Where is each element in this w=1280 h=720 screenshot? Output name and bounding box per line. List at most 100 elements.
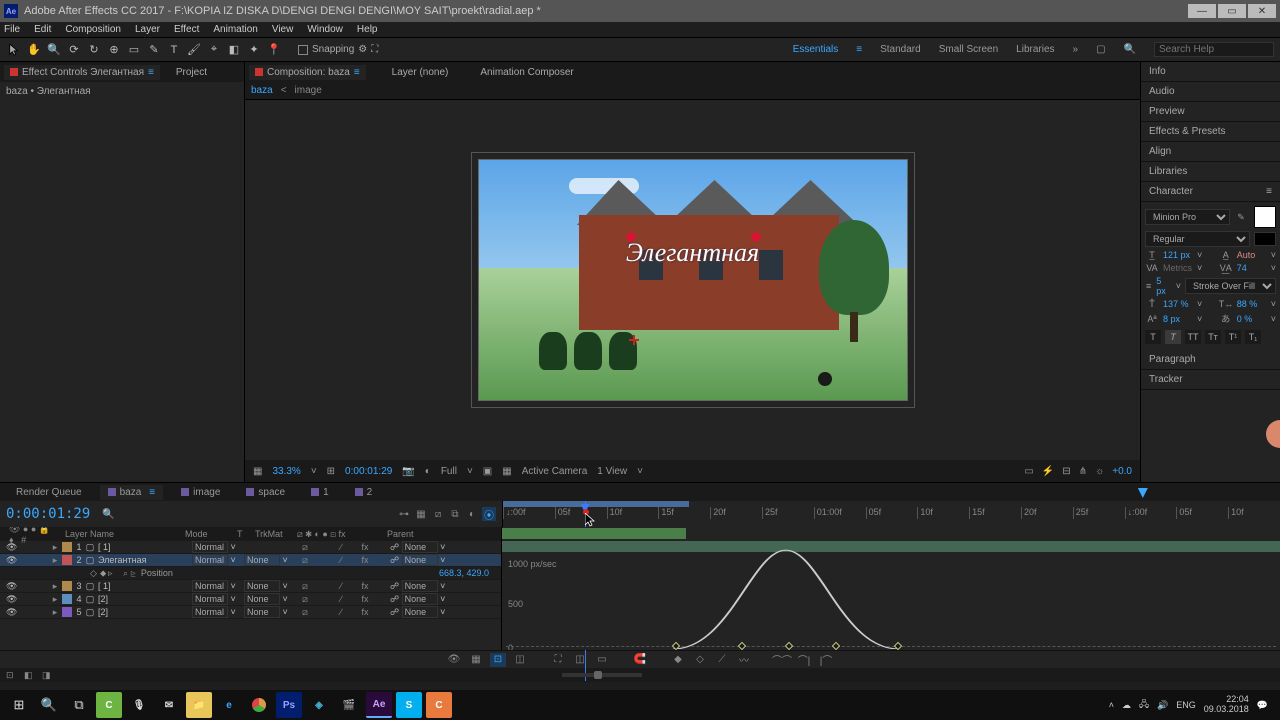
tab-comp-2[interactable]: 2 (347, 485, 381, 500)
tab-comp-baza[interactable]: baza≡ (100, 485, 164, 500)
viewer[interactable]: Элегантная (245, 100, 1140, 460)
layer-row[interactable]: 👁▸4▢[2]Normal ˅None ˅⧄∕fx☍ None ˅ (0, 593, 501, 606)
app-mic[interactable]: 🎙 (126, 692, 152, 718)
menu-help[interactable]: Help (357, 24, 378, 35)
draft3d-icon[interactable]: ▦ (414, 507, 428, 521)
menu-window[interactable]: Window (307, 24, 343, 35)
puppet-tool[interactable]: 📍 (266, 42, 282, 58)
tray-clock[interactable]: 22:04 09.03.2018 (1204, 695, 1249, 715)
text-layer-overlay[interactable]: Элегантная (479, 238, 907, 268)
current-time-display[interactable]: 0:00:01:29 (345, 466, 392, 477)
toggle-in-out-icon[interactable]: ◨ (42, 670, 54, 680)
menu-layer[interactable]: Layer (135, 24, 160, 35)
baseline-input[interactable]: 8 px (1163, 314, 1193, 324)
snapshot-icon[interactable]: 📷 (402, 466, 414, 477)
tab-animation-composer[interactable]: Animation Composer (474, 65, 579, 80)
workspace-overflow-icon[interactable]: » (1073, 44, 1079, 55)
clone-tool[interactable]: ⌖ (206, 42, 222, 58)
app-chrome[interactable] (246, 692, 272, 718)
section-tracker[interactable]: Tracker (1141, 370, 1280, 390)
grid-icon[interactable]: ▦ (502, 466, 511, 477)
tracking-input[interactable]: 74 (1237, 263, 1267, 273)
exposure-value[interactable]: +0.0 (1112, 466, 1132, 477)
flowchart-icon[interactable]: ⋔ (1079, 466, 1087, 477)
anchor-tool[interactable]: ⊕ (106, 42, 122, 58)
ease-in-icon[interactable]: ⌒| (796, 653, 812, 667)
motion-blur-icon[interactable]: ◐ (465, 507, 479, 521)
vscale-input[interactable]: 137 % (1163, 299, 1193, 309)
fit-icon[interactable]: ⛶ (550, 653, 566, 667)
exposure-reset-icon[interactable]: ☼ (1095, 466, 1104, 477)
tray-onedrive-icon[interactable]: ☁ (1122, 700, 1131, 711)
resolution-dropdown[interactable]: Full (441, 466, 457, 477)
app-edge[interactable]: e (216, 692, 242, 718)
minimize-button[interactable]: — (1188, 4, 1216, 18)
hscale-input[interactable]: 88 % (1237, 299, 1267, 309)
section-info[interactable]: Info (1141, 62, 1280, 82)
tray-volume-icon[interactable]: 🔊 (1157, 700, 1168, 711)
layer-row[interactable]: 👁▸5▢[2]Normal ˅None ˅⧄∕fx☍ None ˅ (0, 606, 501, 619)
roi-icon[interactable]: ▣ (483, 466, 492, 477)
section-character[interactable]: Character≡ (1141, 182, 1280, 202)
tab-effect-controls[interactable]: Effect Controls Элегантная ≡ (4, 65, 160, 80)
tab-composition[interactable]: Composition: baza ≡ (249, 65, 366, 80)
view-dropdown[interactable]: 1 View (597, 466, 627, 477)
channel-icon[interactable]: ◐ (425, 466, 431, 477)
app-skype[interactable]: S (396, 692, 422, 718)
toggle-modes-icon[interactable]: ◧ (24, 670, 36, 680)
workspace-essentials[interactable]: Essentials (793, 44, 839, 55)
fit-sel-icon[interactable]: ◫ (572, 653, 588, 667)
kerning-input[interactable]: Metrics (1163, 263, 1193, 273)
start-button[interactable]: ⊞ (4, 690, 34, 720)
app-movie[interactable]: 🎬 (336, 692, 362, 718)
selection-tool[interactable] (6, 42, 22, 58)
allcaps-button[interactable]: TT (1185, 330, 1201, 344)
tab-project[interactable]: Project (170, 65, 213, 80)
rect-tool[interactable]: ▭ (126, 42, 142, 58)
roto-tool[interactable]: ✦ (246, 42, 262, 58)
timeline-icon[interactable]: ⊟ (1062, 466, 1070, 477)
time-ruler[interactable]: ↓:00f05f 10f15f 20f25f 01:00f05f 10f15f … (502, 501, 1280, 527)
snap-mag-icon[interactable]: ⛶ (371, 44, 378, 55)
section-libraries[interactable]: Libraries (1141, 162, 1280, 182)
comp-flowchart-icon[interactable]: ⊶ (397, 507, 411, 521)
zoom-slider[interactable] (562, 673, 642, 677)
hide-shy-icon[interactable]: ⧄ (431, 507, 445, 521)
fast-preview-icon[interactable]: ⚡ (1042, 466, 1054, 477)
workspace-small[interactable]: Small Screen (939, 44, 998, 55)
superscript-button[interactable]: T¹ (1225, 330, 1241, 344)
brush-tool[interactable]: 🖌 (186, 42, 202, 58)
app-shareit[interactable]: ◈ (306, 692, 332, 718)
menu-file[interactable]: File (4, 24, 20, 35)
snap-opt-icon[interactable]: ⚙ (358, 44, 367, 55)
tab-render-queue[interactable]: Render Queue (8, 485, 90, 500)
tab-comp-space[interactable]: space (238, 485, 293, 500)
always-preview-icon[interactable]: ▦ (253, 466, 262, 477)
hand-tool[interactable]: ✋ (26, 42, 42, 58)
search-icon[interactable]: 🔍 (1124, 44, 1136, 55)
tray-notifications-icon[interactable]: 💬 (1257, 700, 1268, 711)
orbit-tool[interactable]: ⟳ (66, 42, 82, 58)
frame-blend-icon[interactable]: ⧉ (448, 507, 462, 521)
tab-comp-1[interactable]: 1 (303, 485, 337, 500)
search-layers-icon[interactable]: 🔍 (102, 509, 114, 520)
pixel-aspect-icon[interactable]: ▭ (1024, 466, 1033, 477)
color-swatch[interactable] (1254, 206, 1276, 228)
property-row-position[interactable]: ◇⬥▹ ⌕ ⊵ Position668.3, 429.0 (0, 567, 501, 580)
layer-row[interactable]: 👁▸1▢[ 1]Normal ˅⧄∕fx☍ None ˅ (0, 541, 501, 554)
tab-layer[interactable]: Layer (none) (386, 65, 455, 80)
app-explorer[interactable]: 📁 (186, 692, 212, 718)
speed-graph-curve[interactable] (673, 545, 899, 649)
pen-tool[interactable]: ✎ (146, 42, 162, 58)
tab-comp-image[interactable]: image (173, 485, 228, 500)
app-aftereffects[interactable]: Ae (366, 692, 392, 718)
menu-effect[interactable]: Effect (174, 24, 199, 35)
section-audio[interactable]: Audio (1141, 82, 1280, 102)
menu-animation[interactable]: Animation (213, 24, 257, 35)
leading-input[interactable]: Auto (1237, 250, 1267, 260)
tsume-input[interactable]: 0 % (1237, 314, 1267, 324)
graph-editor-icon[interactable]: ⦿ (482, 507, 496, 521)
menu-composition[interactable]: Composition (65, 24, 121, 35)
text-tool[interactable]: T (166, 42, 182, 58)
italic-button[interactable]: T (1165, 330, 1181, 344)
